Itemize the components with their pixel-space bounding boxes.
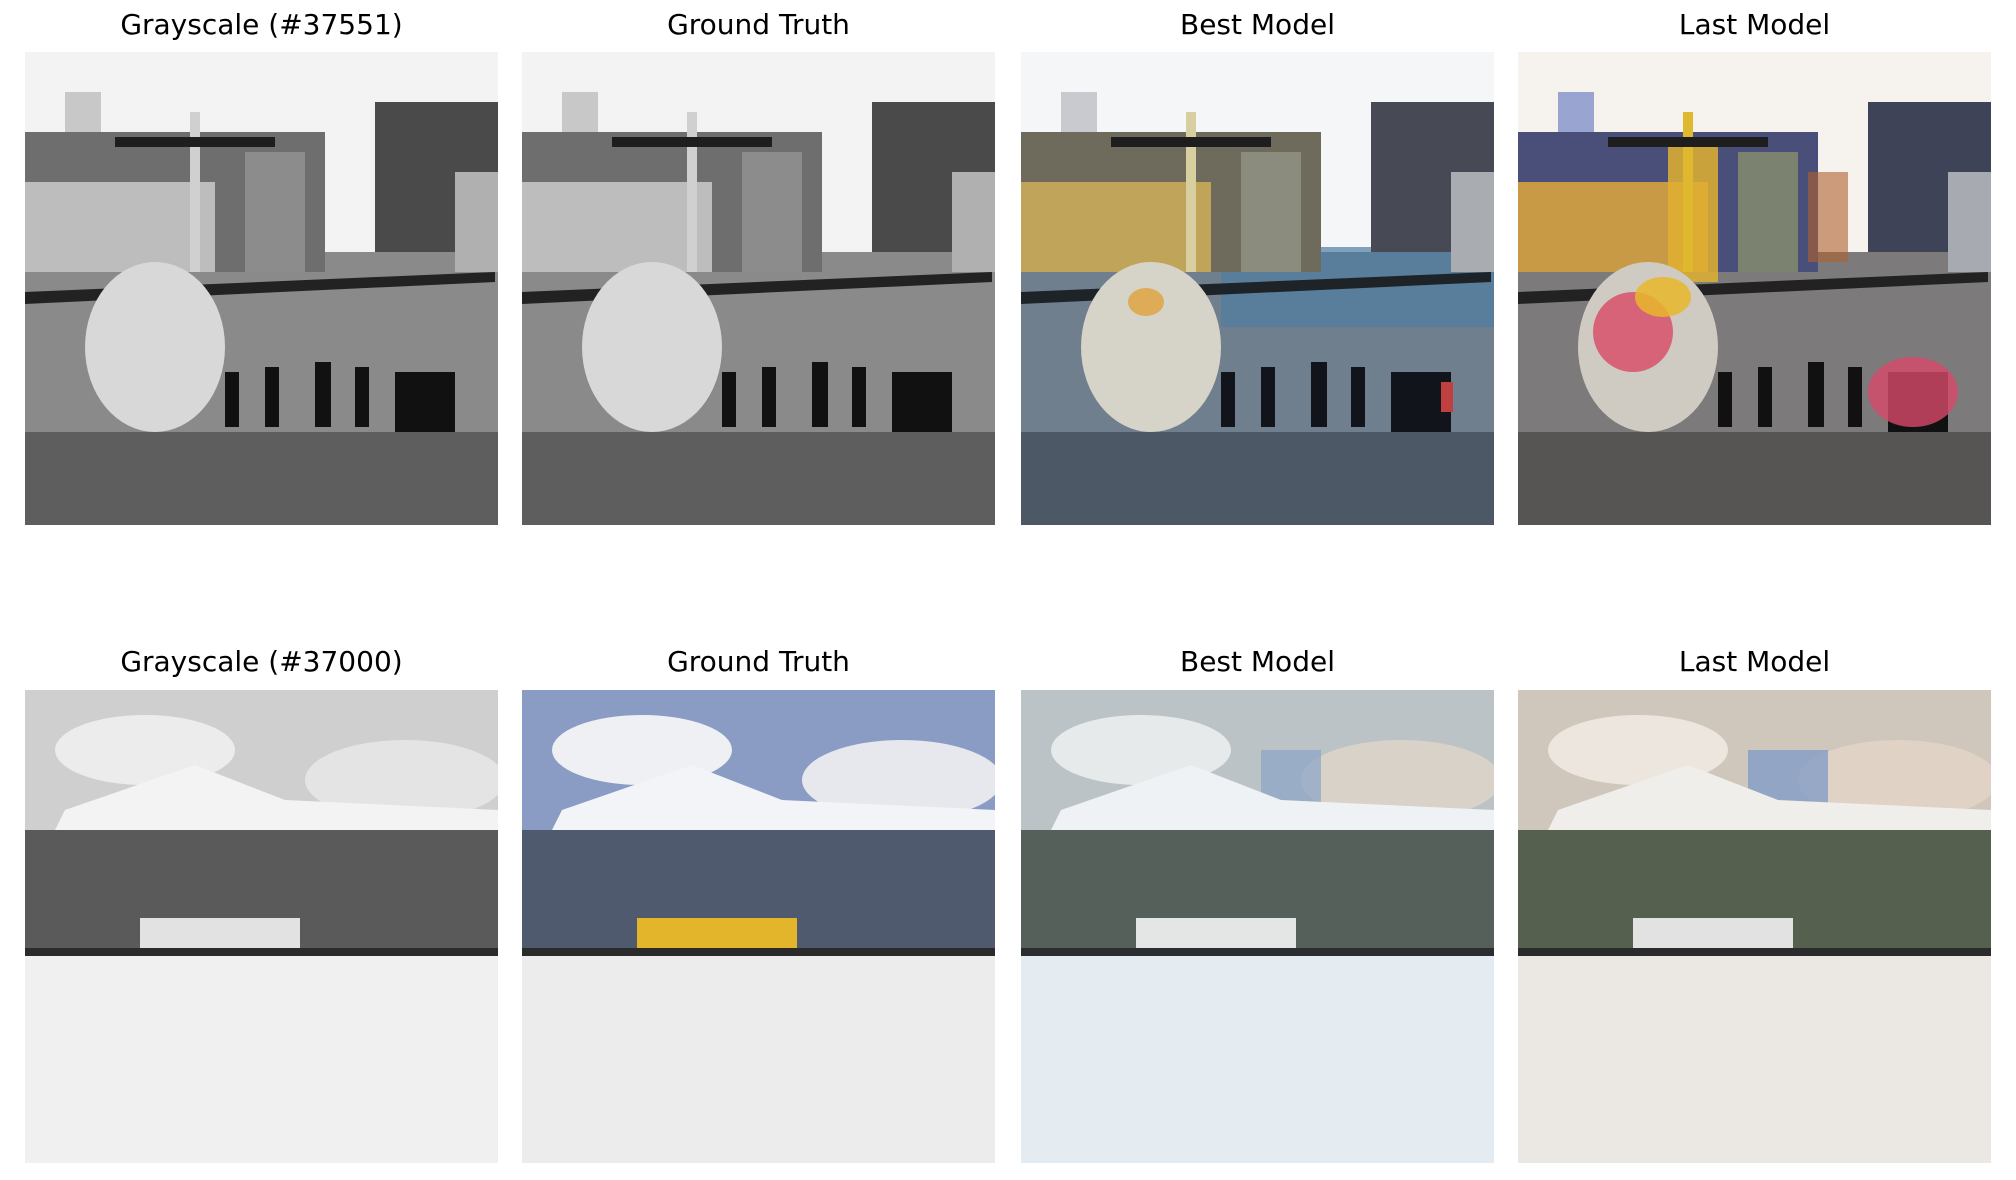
panel-title-best-model-2: Best Model bbox=[1180, 645, 1335, 678]
panel-title-grayscale-2: Grayscale (#37000) bbox=[120, 645, 403, 678]
train-last-model-image bbox=[1518, 690, 1991, 1163]
panel-title-ground-truth-2: Ground Truth bbox=[667, 645, 850, 678]
panel-title-ground-truth-1: Ground Truth bbox=[667, 8, 850, 41]
airport-grayscale-image bbox=[25, 52, 498, 525]
train-grayscale-image bbox=[25, 690, 498, 1163]
train-best-model-image bbox=[1021, 690, 1494, 1163]
airport-last-model-image bbox=[1518, 52, 1991, 525]
airport-ground-truth-image bbox=[522, 52, 995, 525]
train-ground-truth-image bbox=[522, 690, 995, 1163]
airport-best-model-image bbox=[1021, 52, 1494, 525]
panel-title-grayscale-1: Grayscale (#37551) bbox=[120, 8, 403, 41]
panel-title-best-model-1: Best Model bbox=[1180, 8, 1335, 41]
panel-title-last-model-2: Last Model bbox=[1678, 645, 1831, 678]
panel-title-last-model-1: Last Model bbox=[1678, 8, 1831, 41]
